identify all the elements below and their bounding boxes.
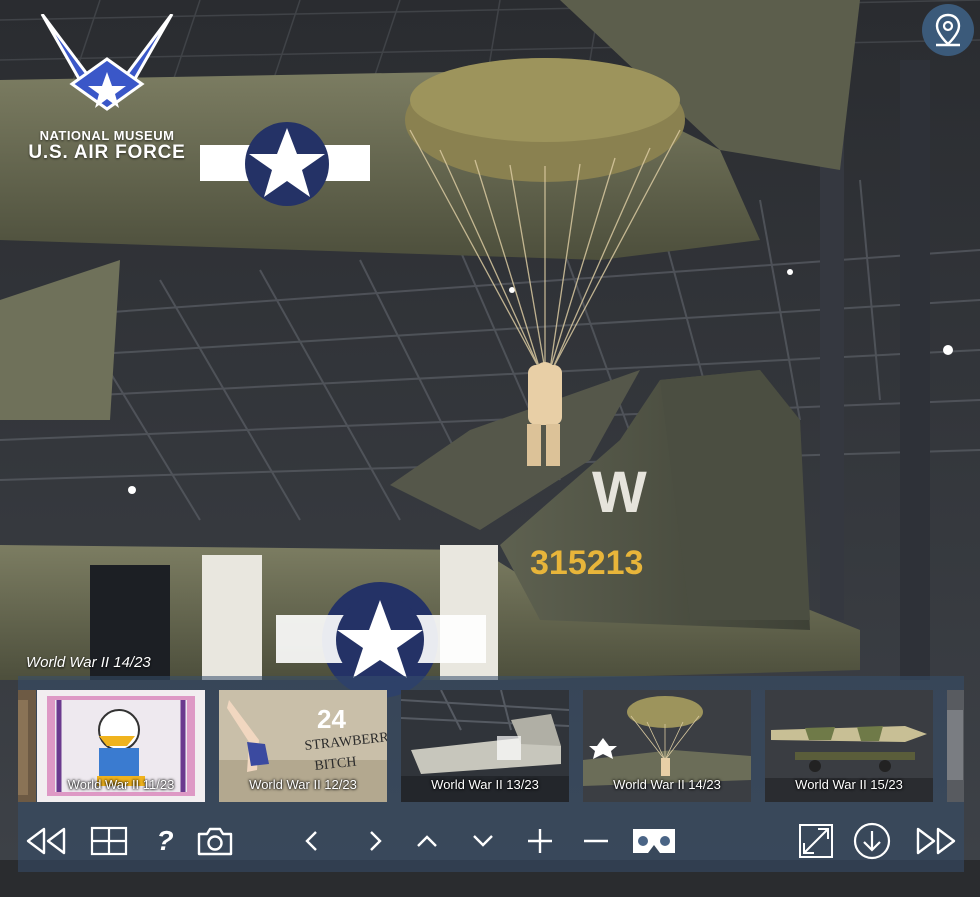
pan-left-button[interactable] [287,816,337,866]
fullscreen-button[interactable] [791,816,841,866]
help-button[interactable]: ? [140,816,190,866]
download-icon [853,822,891,860]
thumbnail-strip[interactable]: World War II 11/23 24 STRAWBERRY BITCH W… [18,686,964,804]
zoom-in-icon [528,829,552,853]
chevron-down-icon [473,835,493,847]
logo-line2: U.S. AIR FORCE [28,142,186,163]
chevron-up-icon [417,835,437,847]
pan-down-button[interactable] [458,816,508,866]
thumbnail-partial-left[interactable] [18,690,36,802]
fast-forward-button[interactable] [911,816,961,866]
help-icon: ? [156,825,174,856]
current-panorama-title: World War II 14/23 [26,654,151,671]
thumbnails-grid-button[interactable] [84,816,134,866]
thumbnail-item[interactable]: World War II 15/23 [765,690,933,802]
logo-line1: NATIONAL MUSEUM [39,128,175,143]
camera-icon [197,827,233,856]
fast-forward-icon [916,827,956,855]
pan-right-button[interactable] [350,816,400,866]
thumbnail-label: World War II 12/23 [249,777,357,792]
thumbnail-label: World War II 14/23 [613,777,721,792]
air-force-museum-logo: NATIONAL MUSEUM U.S. AIR FORCE [12,13,202,164]
toolbar: ? [18,816,964,866]
tail-number: 315213 [530,544,643,582]
vr-mode-button[interactable] [629,816,679,866]
map-button[interactable] [922,4,974,56]
rewind-button[interactable] [21,816,71,866]
nose-art-number: 24 [317,704,346,734]
thumbnail-partial-right[interactable] [947,690,964,802]
thumbnail-item[interactable]: World War II 13/23 [401,690,569,802]
thumbnail-item[interactable]: World War II 11/23 [37,690,205,802]
zoom-out-icon [584,839,608,843]
vr-headset-icon [633,829,675,853]
map-pin-icon [935,13,961,47]
pan-up-button[interactable] [402,816,452,866]
thumbnail-label: World War II 15/23 [795,777,903,792]
thumbnail-label: World War II 13/23 [431,777,539,792]
thumbnail-item-active[interactable]: World War II 14/23 [583,690,751,802]
zoom-out-button[interactable] [571,816,621,866]
control-panel: World War II 11/23 24 STRAWBERRY BITCH W… [18,676,964,872]
wings-emblem-icon [40,13,174,111]
download-button[interactable] [847,816,897,866]
thumbnails-grid-icon [90,826,128,856]
chevron-right-icon [370,831,382,851]
chevron-left-icon [305,831,317,851]
zoom-in-button[interactable] [515,816,565,866]
snapshot-button[interactable] [190,816,240,866]
rewind-icon [26,827,66,855]
thumbnail-label: World War II 11/23 [67,777,175,792]
thumbnail-item[interactable]: 24 STRAWBERRY BITCH World War II 12/23 [219,690,387,802]
fullscreen-icon [799,824,833,858]
tail-letter: W [592,460,647,525]
